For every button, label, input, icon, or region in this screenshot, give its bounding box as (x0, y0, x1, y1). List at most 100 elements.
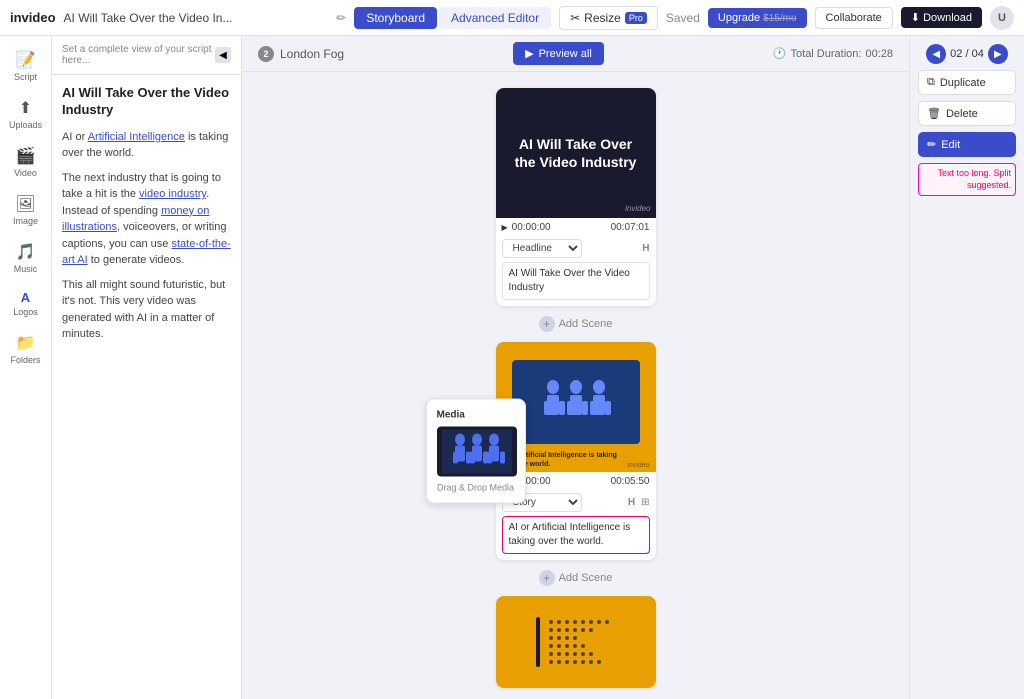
tab-advanced-editor[interactable]: Advanced Editor (439, 7, 551, 29)
add-scene-button-2[interactable]: + Add Scene (539, 570, 613, 586)
scene-1-content: AI Will Take Over the Video Industry (496, 88, 656, 218)
scene-1-time: ▶ 00:00:00 (502, 222, 551, 233)
canvas-area: 2 London Fog ▶ Preview all 🕐 Total Durat… (242, 36, 909, 699)
uploads-icon: ⬆ (19, 98, 32, 118)
add-scene-button-1[interactable]: + Add Scene (539, 316, 613, 332)
sidebar: 📝 Script ⬆ Uploads 🎬 Video 🖼 Image 🎵 Mus… (0, 36, 52, 699)
tab-group: Storyboard Advanced Editor (354, 7, 551, 29)
scene-1-play-icon: ▶ (502, 223, 508, 232)
scene-prev-button[interactable]: ◀ (926, 44, 946, 64)
duplicate-icon: ⧉ (927, 76, 935, 89)
scene-1-h-icon: H (642, 243, 649, 254)
scene-1-caption[interactable]: AI Will Take Over the Video Industry (502, 262, 650, 300)
add-scene-label-2: Add Scene (559, 572, 613, 584)
edit-title-icon[interactable]: ✏ (336, 11, 346, 25)
sidebar-item-folders[interactable]: 📁 Folders (4, 327, 48, 371)
add-scene-row-1: + Add Scene (539, 306, 613, 342)
download-button[interactable]: ⬇ Download (901, 7, 982, 28)
download-icon: ⬇ (911, 12, 923, 24)
upgrade-label: Upgrade (718, 12, 763, 24)
scene-1-thumbnail[interactable]: AI Will Take Over the Video Industry inv… (496, 88, 656, 218)
duplicate-button[interactable]: ⧉ Duplicate (918, 70, 1016, 95)
edit-label: Edit (941, 139, 960, 151)
sidebar-item-music[interactable]: 🎵 Music (4, 236, 48, 280)
video-icon: 🎬 (16, 146, 36, 166)
right-panel: ◀ 02 / 04 ▶ ⧉ Duplicate 🗑 Delete ✏ Edit … (909, 36, 1024, 699)
scene-card-3 (496, 596, 656, 688)
drag-drop-title: Media (437, 410, 515, 421)
collaborate-button[interactable]: Collaborate (815, 7, 893, 29)
sidebar-item-image[interactable]: 🖼 Image (4, 188, 48, 232)
scene-2-caption-text[interactable]: AI or Artificial Intelligence is taking … (502, 516, 650, 554)
add-scene-label-1: Add Scene (559, 318, 613, 330)
preview-play-icon: ▶ (525, 47, 533, 60)
scene-2-watermark: invideo (624, 461, 652, 470)
tab-storyboard[interactable]: Storyboard (354, 7, 437, 29)
script-link-1: Artificial Intelligence (88, 131, 185, 143)
edit-button[interactable]: ✏ Edit (918, 132, 1016, 157)
add-scene-row-2: + Add Scene (539, 560, 613, 596)
sidebar-uploads-label: Uploads (9, 120, 42, 130)
scene-3-thumbnail[interactable] (496, 596, 656, 688)
preview-all-button[interactable]: ▶ Preview all (513, 42, 604, 65)
scene-1-time-end: 00:07:01 (611, 222, 650, 233)
duration-value: 00:28 (865, 48, 893, 60)
script-content: AI Will Take Over the Video Industry AI … (52, 75, 241, 699)
preview-label: Preview all (539, 48, 592, 60)
scene-1-watermark: invideo (625, 204, 650, 213)
topbar: invideo AI Will Take Over the Video In..… (0, 0, 1024, 36)
page-title: AI Will Take Over the Video In... (64, 11, 329, 25)
canvas-toolbar: 2 London Fog ▶ Preview all 🕐 Total Durat… (242, 36, 909, 72)
drag-drop-svg (442, 430, 512, 474)
scene-1-timebar: ▶ 00:00:00 00:07:01 (496, 218, 656, 237)
sidebar-item-script[interactable]: 📝 Script (4, 44, 48, 88)
scene-1-time-start: 00:00:00 (512, 222, 551, 233)
sidebar-item-video[interactable]: 🎬 Video (4, 140, 48, 184)
warning-text: Text too long. Split suggested. (918, 163, 1016, 196)
avatar[interactable]: U (990, 6, 1014, 30)
theme-circle-icon: 2 (258, 46, 274, 62)
theme-selector[interactable]: 2 London Fog (258, 46, 344, 62)
script-icon: 📝 (16, 50, 36, 70)
sidebar-image-label: Image (13, 216, 38, 226)
logos-icon: A (21, 290, 30, 305)
add-circle-icon-1: + (539, 316, 555, 332)
scene-nav-label: 02 / 04 (950, 48, 984, 60)
delete-button[interactable]: 🗑 Delete (918, 101, 1016, 126)
resize-pro-badge: Pro (625, 12, 647, 24)
edit-icon: ✏ (927, 138, 936, 151)
collapse-panel-button[interactable]: ◀ (215, 47, 231, 63)
sidebar-music-label: Music (14, 264, 38, 274)
resize-label: Resize (584, 11, 621, 25)
add-circle-icon-2: + (539, 570, 555, 586)
saved-status: Saved (666, 11, 700, 25)
drag-drop-panel[interactable]: Media (426, 399, 526, 504)
resize-scissor-icon: ✂ (570, 11, 580, 25)
script-link-2: video industry (139, 188, 206, 200)
upgrade-button[interactable]: Upgrade $15/mo (708, 8, 807, 28)
sidebar-folders-label: Folders (10, 355, 40, 365)
sidebar-video-label: Video (14, 168, 37, 178)
script-paragraph-1: AI or Artificial Intelligence is taking … (62, 129, 231, 343)
download-label: Download (923, 12, 972, 24)
sidebar-item-uploads[interactable]: ⬆ Uploads (4, 92, 48, 136)
scene-next-button[interactable]: ▶ (988, 44, 1008, 64)
scene-card-1: AI Will Take Over the Video Industry inv… (496, 88, 656, 306)
folders-icon: 📁 (16, 333, 36, 353)
scene-1-type-row: Headline Story H (496, 237, 656, 262)
canvas-scroll: AI Will Take Over the Video Industry inv… (242, 72, 909, 699)
duplicate-label: Duplicate (940, 77, 986, 89)
script-link-3: money on illustrations (62, 205, 209, 234)
logo: invideo (10, 10, 56, 25)
sidebar-script-label: Script (14, 72, 37, 82)
scene-3-svg (526, 607, 626, 677)
scene-nav: ◀ 02 / 04 ▶ (918, 44, 1016, 64)
scene-2-inner-panel (512, 360, 640, 445)
scene-1-type-select[interactable]: Headline Story (502, 239, 582, 258)
theme-label-text: London Fog (280, 47, 344, 61)
scene-2-time-end: 00:05:50 (611, 476, 650, 487)
sidebar-item-logos[interactable]: A Logos (4, 284, 48, 323)
duration-label: Total Duration: (791, 48, 862, 60)
scene-2-extra-icon[interactable]: ⊞ (641, 497, 649, 508)
resize-button[interactable]: ✂ Resize Pro (559, 6, 658, 30)
